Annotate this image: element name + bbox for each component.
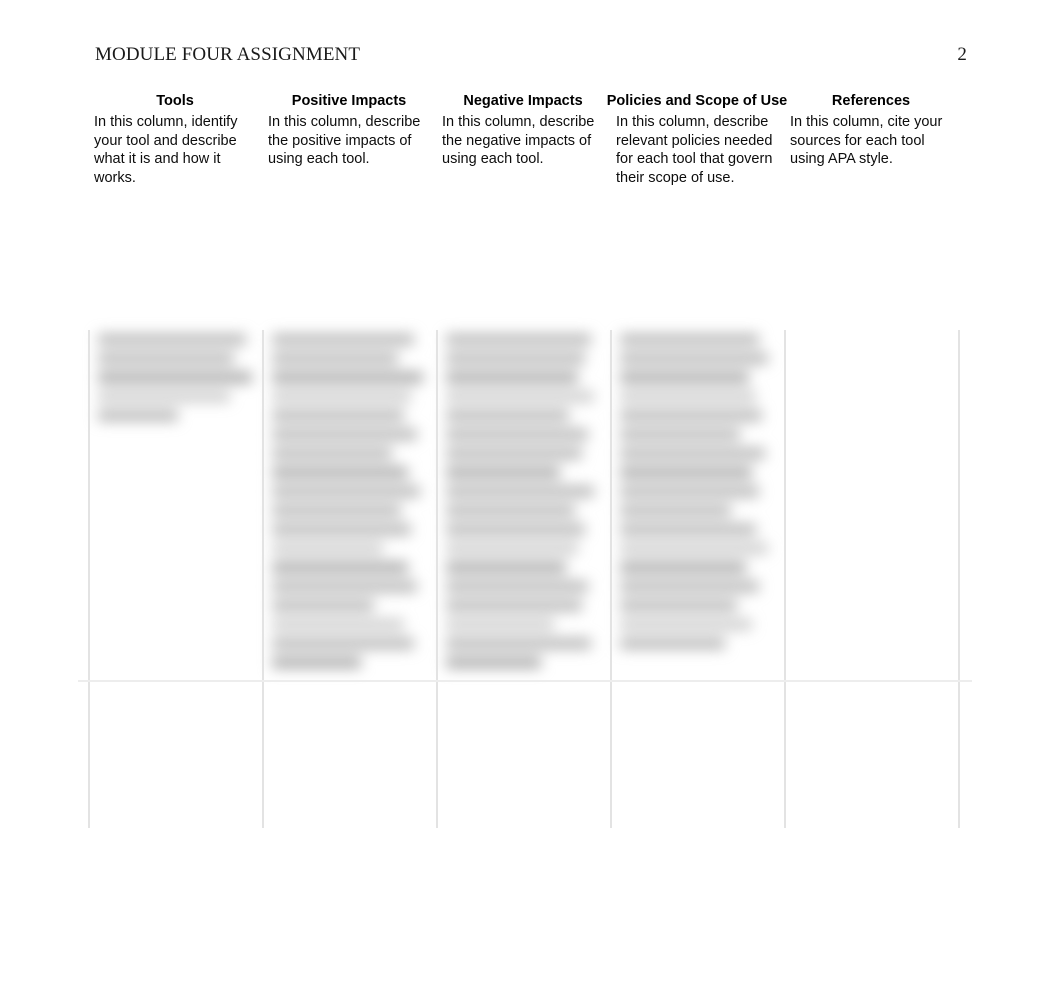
redacted-table-region — [78, 330, 972, 828]
redacted-table-content — [78, 330, 972, 828]
template-column-tools: Tools In this column, identify your tool… — [88, 92, 262, 187]
template-instruction-table: Tools In this column, identify your tool… — [88, 92, 960, 187]
redacted-text-line — [620, 429, 741, 440]
document-page: MODULE FOUR ASSIGNMENT 2 Tools In this c… — [0, 0, 1062, 1001]
redacted-text-line — [272, 562, 408, 573]
redacted-text-line — [272, 467, 408, 478]
redacted-text-line — [620, 486, 759, 497]
redacted-text-line — [620, 524, 756, 535]
redacted-text-line — [446, 467, 560, 478]
redacted-text-line — [272, 581, 417, 592]
redacted-text-line — [272, 524, 411, 535]
redacted-text-line — [446, 524, 585, 535]
template-column-negative-impacts: Negative Impacts In this column, describ… — [436, 92, 610, 169]
redacted-text-line — [98, 410, 179, 421]
redacted-table-cell — [446, 334, 600, 676]
redacted-text-line — [446, 391, 594, 402]
redacted-text-line — [446, 657, 542, 668]
redacted-text-line — [98, 334, 246, 345]
redacted-text-line — [620, 600, 738, 611]
redacted-text-line — [620, 638, 725, 649]
redacted-text-line — [446, 581, 588, 592]
redacted-text-line — [272, 372, 423, 383]
column-header-tools: Tools — [156, 93, 194, 109]
redacted-table-cell — [272, 334, 426, 676]
redacted-text-line — [272, 429, 417, 440]
redacted-text-line — [446, 372, 579, 383]
redacted-table-cell — [620, 334, 774, 657]
running-header: MODULE FOUR ASSIGNMENT 2 — [95, 44, 967, 68]
redacted-text-line — [446, 448, 582, 459]
column-instruction-policies-scope: In this column, describe relevant polici… — [616, 114, 773, 186]
column-header-policies-scope: Policies and Scope of Use — [606, 93, 788, 109]
redacted-text-line — [620, 334, 759, 345]
redacted-text-line — [620, 391, 756, 402]
redacted-text-line — [272, 486, 420, 497]
redacted-text-line — [446, 638, 591, 649]
redacted-text-line — [272, 543, 383, 554]
redacted-text-line — [446, 619, 554, 630]
redacted-table-cell — [98, 334, 252, 429]
redacted-text-line — [620, 562, 747, 573]
redacted-text-line — [446, 562, 567, 573]
column-instruction-positive-impacts: In this column, describe the positive im… — [268, 114, 421, 167]
redacted-text-line — [272, 410, 405, 421]
template-column-policies-scope: Policies and Scope of Use In this column… — [607, 92, 788, 187]
redacted-text-line — [620, 619, 753, 630]
column-instruction-references: In this column, cite your sources for ea… — [790, 114, 943, 167]
column-instruction-negative-impacts: In this column, describe the negative im… — [442, 114, 595, 167]
redacted-text-line — [446, 353, 585, 364]
column-header-positive-impacts: Positive Impacts — [291, 93, 407, 109]
redacted-text-line — [272, 619, 405, 630]
redacted-text-line — [272, 638, 414, 649]
redacted-text-line — [620, 372, 750, 383]
redacted-text-line — [446, 429, 588, 440]
redacted-text-line — [620, 448, 765, 459]
redacted-text-line — [272, 448, 393, 459]
redacted-text-line — [620, 467, 753, 478]
redacted-text-line — [446, 543, 579, 554]
redacted-text-line — [98, 372, 252, 383]
redacted-text-line — [446, 505, 576, 516]
redacted-text-line — [272, 505, 402, 516]
page-number: 2 — [957, 44, 967, 65]
redacted-text-line — [620, 543, 768, 554]
redacted-text-line — [620, 505, 731, 516]
redacted-text-line — [620, 353, 768, 364]
redacted-text-line — [272, 600, 374, 611]
column-header-negative-impacts: Negative Impacts — [463, 93, 583, 109]
redacted-text-line — [272, 657, 362, 668]
redacted-text-line — [272, 391, 411, 402]
template-column-references: References In this column, cite your sou… — [784, 92, 958, 169]
redacted-text-line — [272, 334, 414, 345]
redacted-text-line — [446, 334, 591, 345]
redacted-text-line — [98, 391, 231, 402]
column-header-references: References — [831, 93, 911, 109]
redacted-text-line — [446, 600, 582, 611]
running-header-title: MODULE FOUR ASSIGNMENT — [95, 44, 361, 65]
column-instruction-tools: In this column, identify your tool and d… — [94, 114, 238, 186]
redacted-text-line — [272, 353, 399, 364]
redacted-text-line — [620, 581, 759, 592]
redacted-text-line — [620, 410, 762, 421]
redacted-text-line — [98, 353, 234, 364]
template-column-positive-impacts: Positive Impacts In this column, describ… — [262, 92, 436, 169]
redacted-text-line — [446, 410, 570, 421]
redacted-text-line — [446, 486, 594, 497]
